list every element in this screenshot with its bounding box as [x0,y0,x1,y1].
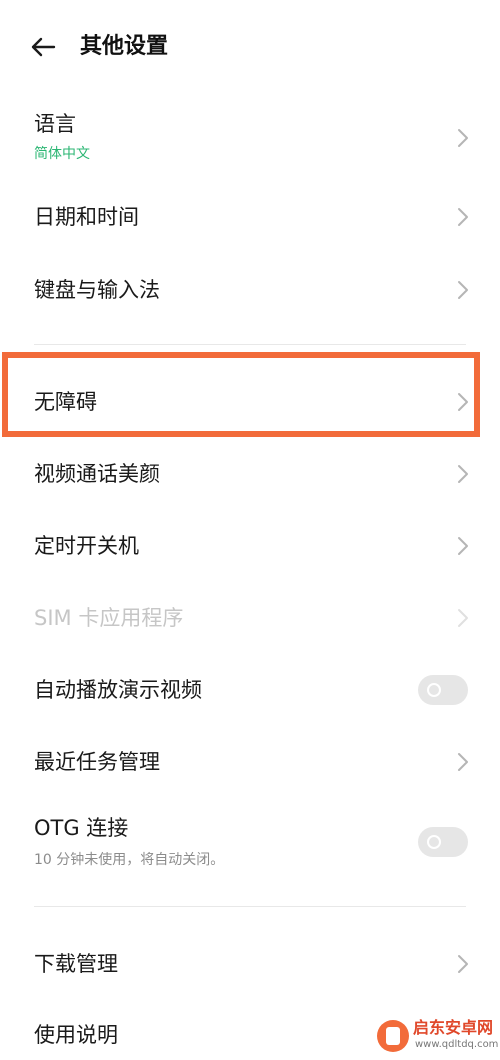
settings-item-subtitle: 简体中文 [34,146,90,162]
highlight-annotation-box [2,352,480,437]
watermark-name: 启东安卓网 [413,1018,494,1037]
settings-item-download-manager[interactable]: 下载管理 [0,928,500,998]
section-divider [34,344,466,345]
settings-item-label: 自动播放演示视频 [34,678,202,702]
settings-item-label: 视频通话美颜 [34,462,160,486]
watermark-url: www.qdltdq.com [415,1039,499,1050]
watermark-logo-icon [377,1020,409,1052]
auto-play-toggle[interactable] [418,675,468,705]
chevron-right-icon [458,281,468,299]
settings-item-label: SIM 卡应用程序 [34,606,184,630]
toggle-knob [427,683,441,697]
settings-item-label: OTG 连接 [34,816,129,840]
settings-item-label: 最近任务管理 [34,750,160,774]
settings-item-recent-tasks[interactable]: 最近任务管理 [0,727,500,797]
chevron-right-icon [458,129,468,147]
settings-item-label: 使用说明 [34,1023,118,1047]
otg-toggle[interactable] [418,827,468,857]
toggle-knob [427,835,441,849]
chevron-right-icon [458,465,468,483]
site-watermark: 启东安卓网 www.qdltdq.com [375,1016,499,1056]
settings-item-label: 键盘与输入法 [34,278,160,302]
settings-item-label: 定时开关机 [34,534,139,558]
settings-item-video-call-beauty[interactable]: 视频通话美颜 [0,438,500,508]
settings-item-label: 语言 [34,112,76,136]
settings-item-sim-apps: SIM 卡应用程序 [0,582,500,652]
settings-item-language[interactable]: 语言 简体中文 [0,100,500,178]
arrow-left-icon[interactable] [30,34,56,60]
chevron-right-icon [458,753,468,771]
settings-item-date-time[interactable]: 日期和时间 [0,182,500,252]
settings-item-auto-play-demo: 自动播放演示视频 [0,654,500,726]
settings-item-label: 下载管理 [34,952,118,976]
chevron-right-icon [458,609,468,627]
chevron-right-icon [458,537,468,555]
settings-item-subtitle: 10 分钟未使用，将自动关闭。 [34,852,225,868]
settings-item-label: 日期和时间 [34,205,139,229]
settings-item-otg: OTG 连接 10 分钟未使用，将自动关闭。 [0,800,500,884]
top-app-bar: 其他设置 [0,0,500,96]
chevron-right-icon [458,955,468,973]
settings-item-keyboard-input[interactable]: 键盘与输入法 [0,255,500,325]
chevron-right-icon [458,208,468,226]
settings-item-scheduled-power[interactable]: 定时开关机 [0,510,500,580]
page-title: 其他设置 [80,34,169,59]
section-divider [34,906,466,907]
